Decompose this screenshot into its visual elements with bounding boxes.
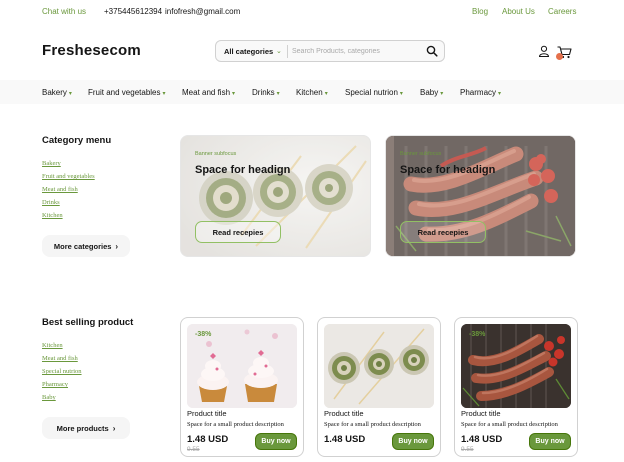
banner-heading: Space for headign — [195, 164, 291, 176]
search-icon[interactable] — [426, 45, 438, 57]
product-price: 1.48 USD — [187, 434, 229, 445]
best-link-pharmacy[interactable]: Pharmacy — [42, 381, 68, 388]
nav-label: Fruit and vegetables — [88, 88, 161, 97]
main-nav: Bakery ▾ Fruit and vegetables ▾ Meat and f… — [0, 80, 624, 104]
chevron-right-icon: › — [115, 241, 119, 251]
nav-item-baby[interactable]: Baby ▾ — [420, 88, 443, 97]
chevron-down-icon: ▾ — [276, 91, 280, 97]
chevron-down-icon: ▾ — [440, 91, 444, 97]
category-link-fruit[interactable]: Fruit and vegetables — [42, 173, 95, 180]
nav-item-special-nutrion[interactable]: Special nutrion ▾ — [345, 88, 403, 97]
nav-item-meat[interactable]: Meat and fish ▾ — [182, 88, 235, 97]
product-description: Space for a small product description — [461, 421, 558, 428]
chevron-down-icon[interactable]: ⌄ — [276, 47, 282, 55]
buy-now-button[interactable]: Buy now — [529, 433, 571, 450]
chat-link[interactable]: Chat with us — [42, 7, 86, 16]
category-menu-title: Category menu — [42, 135, 112, 146]
chevron-down-icon: ▾ — [162, 91, 166, 97]
product-card[interactable]: -38% Product title Space for a small pro… — [454, 317, 578, 457]
chevron-right-icon: › — [112, 423, 116, 433]
cart-badge — [556, 53, 563, 60]
category-link-drinks[interactable]: Drinks — [42, 199, 60, 206]
blog-link[interactable]: Blog — [472, 7, 488, 16]
banner-heading: Space for headign — [400, 164, 496, 176]
nav-label: Bakery — [42, 88, 67, 97]
button-label: More categories — [53, 241, 112, 251]
nav-item-drinks[interactable]: Drinks ▾ — [252, 88, 280, 97]
category-link-bakery[interactable]: Bakery — [42, 160, 61, 167]
read-recipes-button[interactable]: Read recepies — [400, 221, 486, 243]
banner-subtitle: Banner subfocus — [400, 151, 442, 157]
nav-label: Meat and fish — [182, 88, 231, 97]
nav-item-pharmacy[interactable]: Pharmacy ▾ — [460, 88, 501, 97]
product-title[interactable]: Product title — [187, 409, 227, 418]
category-link-kitchen[interactable]: Kitchen — [42, 212, 63, 219]
more-categories-button[interactable]: More categories › — [42, 235, 130, 257]
email-link[interactable]: infofresh@gmail.com — [165, 7, 240, 16]
product-card[interactable]: -38% Product title Space for a small pro… — [180, 317, 304, 457]
nav-label: Pharmacy — [460, 88, 497, 97]
chevron-down-icon: ▾ — [68, 91, 72, 97]
about-link[interactable]: About Us — [502, 7, 535, 16]
nav-label: Drinks — [252, 88, 275, 97]
nav-item-kitchen[interactable]: Kitchen ▾ — [296, 88, 328, 97]
nav-label: Kitchen — [296, 88, 323, 97]
banner-sausages[interactable]: Banner subfocus Space for headign Read r… — [385, 135, 576, 257]
product-price: 1.48 USD — [324, 434, 366, 445]
chevron-down-icon: ▾ — [324, 91, 328, 97]
chevron-down-icon: ▾ — [399, 91, 403, 97]
careers-link[interactable]: Careers — [548, 7, 576, 16]
product-image — [324, 324, 434, 408]
nav-label: Special nutrion — [345, 88, 398, 97]
banner-subtitle: Banner subfocus — [195, 151, 237, 157]
best-link-meat[interactable]: Meat and fish — [42, 355, 78, 362]
read-recipes-button[interactable]: Read recepies — [195, 221, 281, 243]
discount-badge: -38% — [195, 331, 212, 338]
product-description: Space for a small product description — [324, 421, 421, 428]
old-price: 9.55 — [187, 446, 200, 453]
top-bar: Chat with us +375445612394 infofresh@gma… — [0, 0, 624, 24]
best-link-special-nutrion[interactable]: Special nutrion — [42, 368, 82, 375]
buy-now-button[interactable]: Buy now — [255, 433, 297, 450]
category-link-meat[interactable]: Meat and fish — [42, 186, 78, 193]
logo[interactable]: Freshesecom — [42, 42, 141, 59]
category-select[interactable]: All categories — [224, 47, 273, 56]
more-products-button[interactable]: More products › — [42, 417, 130, 439]
divider — [287, 45, 288, 58]
best-selling-title: Best selling product — [42, 317, 134, 328]
chevron-down-icon: ▾ — [232, 91, 236, 97]
product-title[interactable]: Product title — [324, 409, 364, 418]
user-icon[interactable] — [538, 45, 550, 57]
product-price: 1.48 USD — [461, 434, 503, 445]
discount-badge: -38% — [469, 331, 486, 338]
product-description: Space for a small product description — [187, 421, 284, 428]
old-price: 9.55 — [461, 446, 474, 453]
banner-rolls[interactable]: Banner subfocus Space for headign Read r… — [180, 135, 371, 257]
rolls-image — [324, 324, 434, 408]
search-bar: All categories ⌄ — [215, 40, 445, 62]
button-label: More products — [56, 423, 109, 433]
chevron-down-icon: ▾ — [498, 91, 502, 97]
best-link-kitchen[interactable]: Kitchen — [42, 342, 63, 349]
phone-link[interactable]: +375445612394 — [104, 7, 162, 16]
product-title[interactable]: Product title — [461, 409, 501, 418]
nav-item-bakery[interactable]: Bakery ▾ — [42, 88, 72, 97]
product-card[interactable]: Product title Space for a small product … — [317, 317, 441, 457]
search-input[interactable] — [292, 44, 422, 59]
best-link-baby[interactable]: Baby — [42, 394, 56, 401]
buy-now-button[interactable]: Buy now — [392, 433, 434, 450]
nav-label: Baby — [420, 88, 439, 97]
nav-item-fruit[interactable]: Fruit and vegetables ▾ — [88, 88, 166, 97]
